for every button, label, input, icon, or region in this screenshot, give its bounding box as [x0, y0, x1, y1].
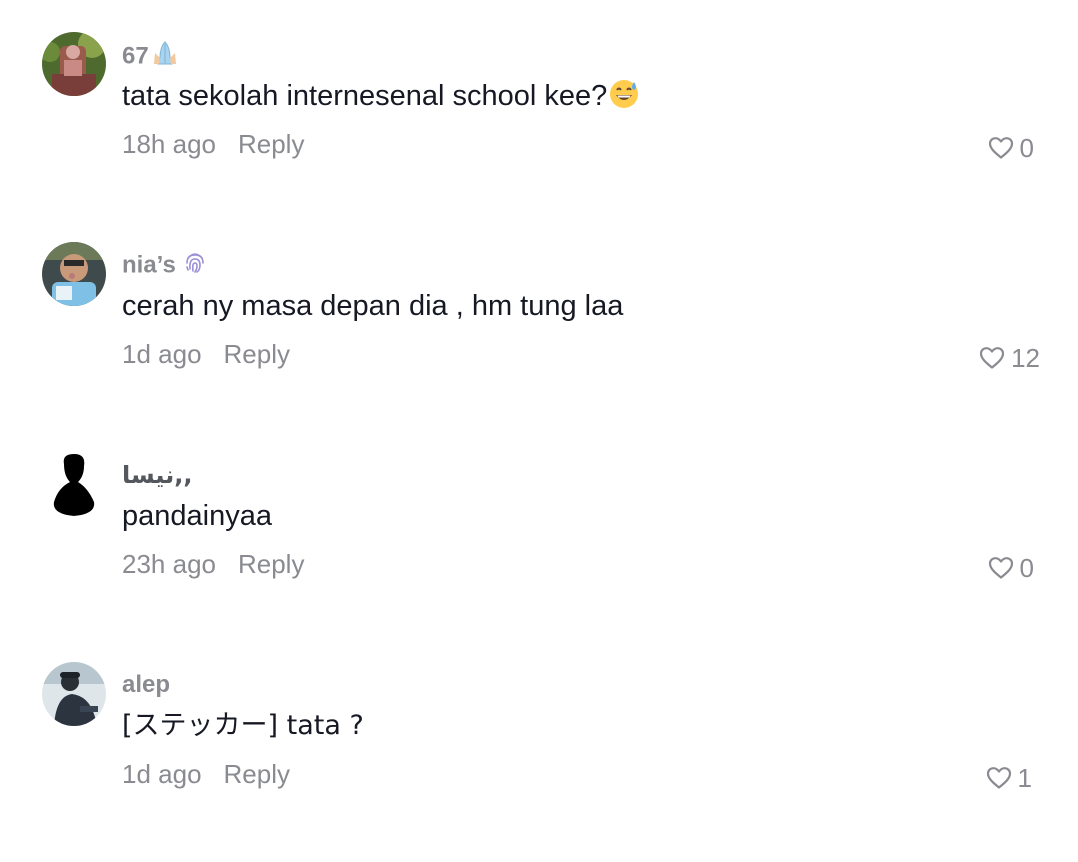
heart-icon: [979, 347, 1005, 369]
avatar[interactable]: [42, 452, 106, 516]
grinning-sweat-icon: [609, 79, 639, 118]
praying-hands-icon: [152, 40, 178, 74]
comment-text: cerah ny masa depan dia , hm tung laa: [122, 290, 624, 322]
comment-meta: 1d ago Reply: [122, 758, 290, 790]
comment-item: alep [ステッカー] tata ? 1d ago Reply 1: [0, 662, 1078, 862]
avatar[interactable]: [42, 32, 106, 96]
timestamp: 18h ago: [122, 129, 216, 159]
like-button[interactable]: 1: [986, 762, 1032, 794]
username[interactable]: نيسا,,: [122, 460, 192, 490]
username[interactable]: alep: [122, 670, 170, 700]
comment-text: [ステッカー] tata ?: [122, 710, 364, 741]
comment-meta: 23h ago Reply: [122, 548, 304, 580]
username[interactable]: 67: [122, 40, 178, 74]
heart-icon: [988, 557, 1013, 579]
reply-button[interactable]: Reply: [238, 129, 304, 159]
like-count: 0: [1019, 132, 1034, 163]
reply-button[interactable]: Reply: [224, 759, 290, 789]
comment-item: 67 tata sekolah internesenal school kee?…: [0, 32, 1078, 232]
heart-icon: [986, 767, 1011, 789]
like-button[interactable]: 0: [988, 552, 1034, 584]
comment-text: tata sekolah internesenal school kee?: [122, 78, 639, 118]
username-text: 67: [122, 42, 149, 70]
timestamp: 1d ago: [122, 339, 202, 369]
like-count: 12: [1011, 342, 1040, 373]
username-text: nia’s: [122, 251, 176, 279]
like-button[interactable]: 12: [979, 342, 1040, 374]
reply-button[interactable]: Reply: [224, 339, 290, 369]
avatar[interactable]: [42, 242, 106, 306]
heart-icon: [988, 137, 1013, 159]
username[interactable]: nia’s: [122, 250, 206, 282]
comment-meta: 18h ago Reply: [122, 128, 304, 160]
comment-text: pandainyaa: [122, 500, 272, 532]
reply-button[interactable]: Reply: [238, 549, 304, 579]
like-button[interactable]: 0: [988, 132, 1034, 164]
comment-item: nia’s cerah ny masa depan dia , hm tung …: [0, 242, 1078, 442]
comment-meta: 1d ago Reply: [122, 338, 290, 370]
like-count: 1: [1017, 762, 1032, 793]
comment-text-content: tata sekolah internesenal school kee?: [122, 80, 608, 112]
comment-item: نيسا,, pandainyaa 23h ago Reply 0: [0, 452, 1078, 652]
timestamp: 1d ago: [122, 759, 202, 789]
fingerprint-icon: [184, 250, 206, 282]
like-count: 0: [1019, 552, 1034, 583]
timestamp: 23h ago: [122, 549, 216, 579]
avatar[interactable]: [42, 662, 106, 726]
